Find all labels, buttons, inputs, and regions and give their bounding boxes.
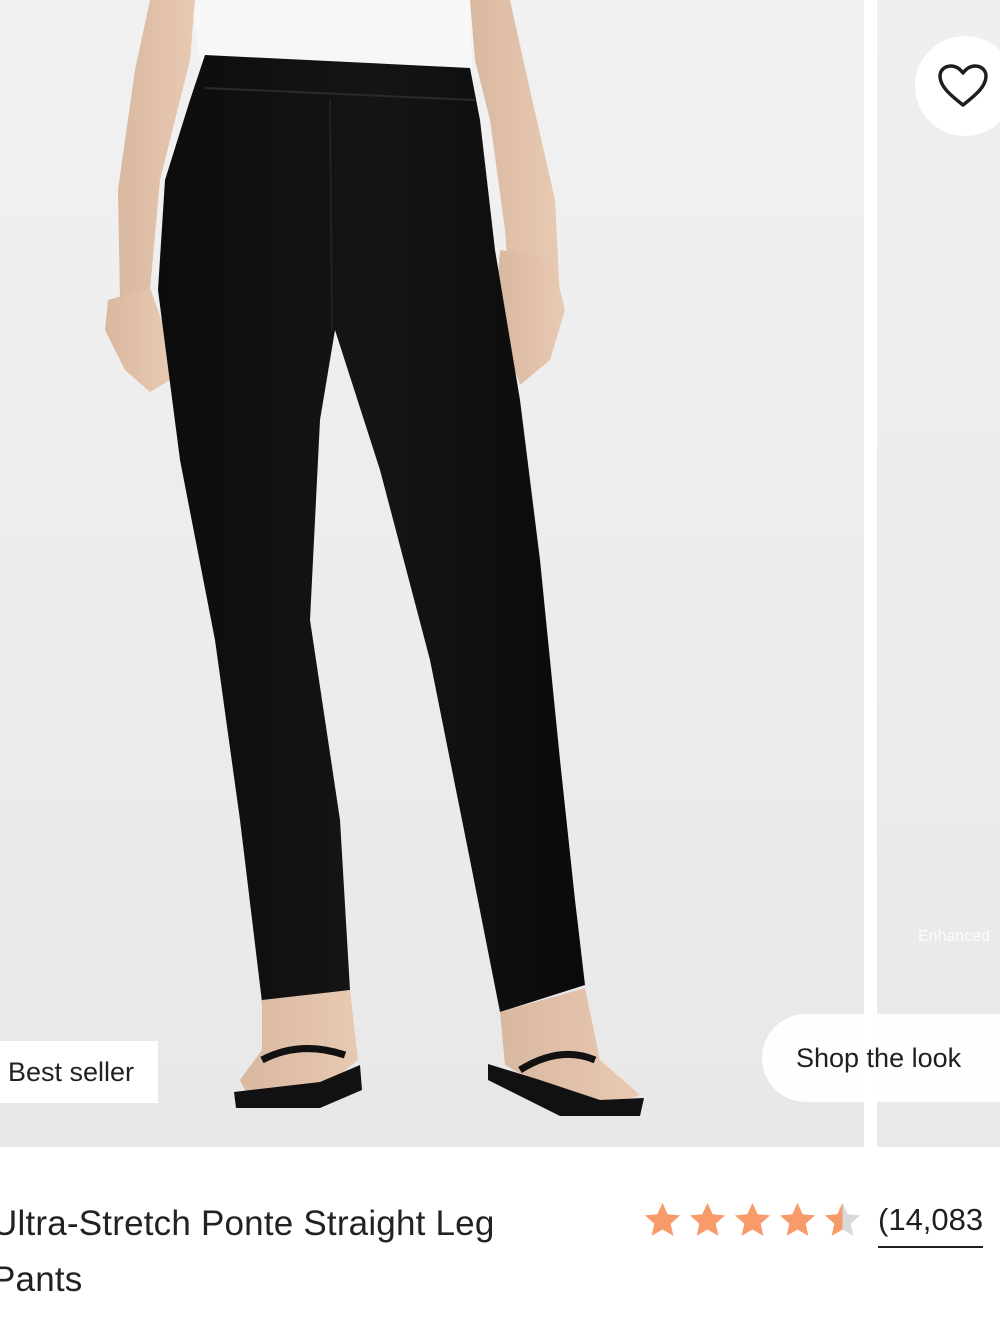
image-carousel[interactable]: Enhanced Best seller Shop the look <box>0 0 1000 1147</box>
shop-the-look-button[interactable]: Shop the look <box>762 1014 1000 1102</box>
star-rating[interactable] <box>643 1200 862 1239</box>
product-title-line-2: Pants <box>0 1260 83 1299</box>
product-title[interactable]: Ultra-Stretch Ponte Straight Leg Pants <box>0 1196 592 1308</box>
product-photo[interactable] <box>0 0 864 1147</box>
next-image-slide[interactable]: Enhanced <box>877 0 1000 1147</box>
star-icon <box>734 1202 771 1236</box>
star-icon <box>689 1202 726 1236</box>
heart-outline-icon <box>938 64 988 107</box>
product-title-line-1: Ultra-Stretch Ponte Straight Leg <box>0 1204 495 1243</box>
best-seller-badge: Best seller <box>0 1041 159 1103</box>
star-icon <box>824 1202 861 1236</box>
slide-gap <box>864 0 877 1147</box>
star-icon <box>644 1202 681 1236</box>
product-image-slide[interactable] <box>0 0 864 1147</box>
next-slide-caption: Enhanced <box>918 928 991 945</box>
product-card: Enhanced Best seller Shop the look Ultra… <box>0 0 1000 1333</box>
badge-label: Best seller <box>8 1056 135 1087</box>
shop-the-look-label: Shop the look <box>796 1042 962 1073</box>
star-icon <box>779 1202 816 1236</box>
review-count-link[interactable]: (14,083 <box>878 1202 984 1248</box>
